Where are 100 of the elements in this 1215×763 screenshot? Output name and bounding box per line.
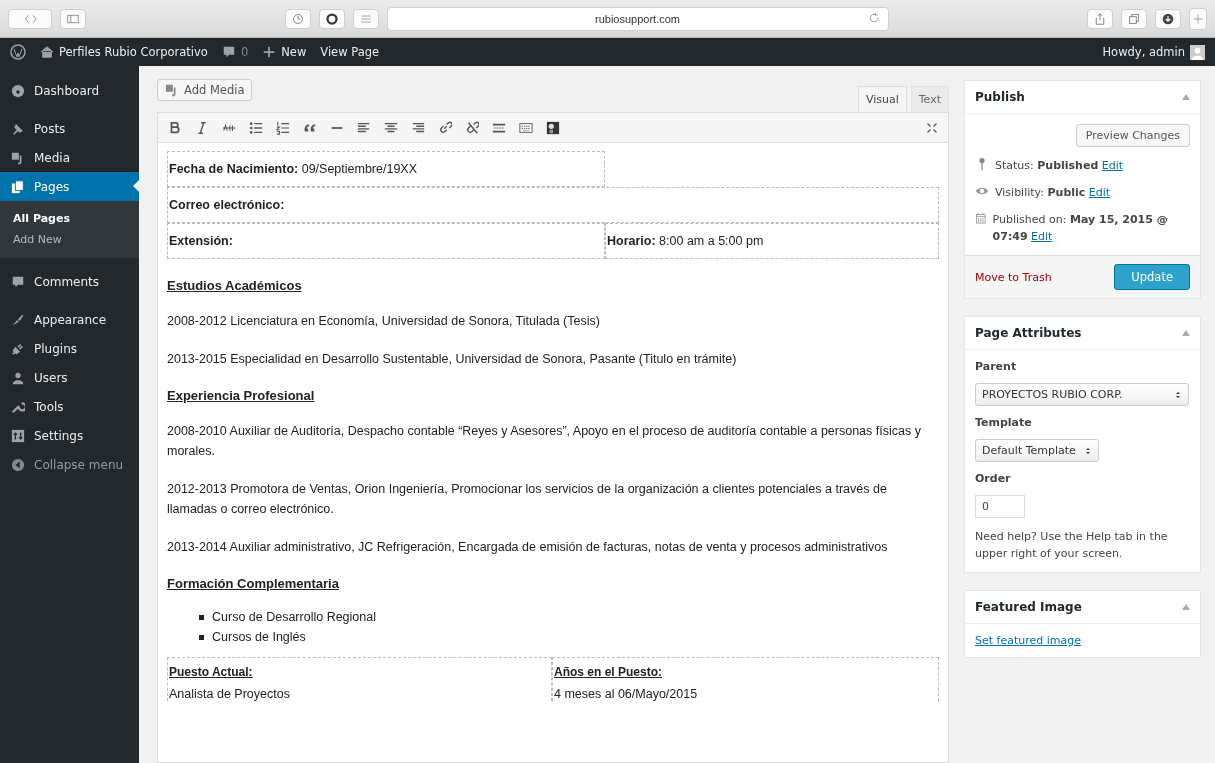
extension-button[interactable]	[318, 8, 345, 29]
new-link[interactable]: New	[262, 45, 307, 59]
updown-icon	[1174, 389, 1182, 400]
edit-link[interactable]: Edit	[1088, 186, 1111, 199]
media-icon	[11, 150, 25, 165]
editor-tab[interactable]: Text	[910, 86, 949, 112]
avatar-icon	[1190, 44, 1205, 60]
media-icon	[165, 83, 179, 97]
table-cell: Horario: 8:00 am a 5:00 pm	[605, 223, 939, 259]
link-icon[interactable]	[438, 120, 452, 135]
plus-icon	[1192, 12, 1204, 25]
move-to-trash-link[interactable]: Move to Trash	[975, 270, 1052, 284]
publish-info-text: Published on: May 15, 2015 @ 07:49 Edit	[992, 212, 1169, 245]
edit-link[interactable]: Edit	[1101, 159, 1124, 172]
paragraph: 2013-2015 Especialidad en Desarrollo Sustentable, Universidad de Sonora, Pasante (Titulo en trámite)	[167, 351, 738, 368]
parent-select[interactable]: PROYECTOS RUBIO CORP.	[975, 383, 1189, 406]
pages-icon	[11, 179, 25, 194]
publish-info-text: Visibility: Public Edit	[995, 185, 1111, 201]
sidebar-item[interactable]: Appearance	[0, 305, 139, 334]
keyboard-icon[interactable]	[519, 120, 533, 135]
sidebar-item[interactable]: Pages	[0, 172, 139, 201]
paintbrush-icon	[11, 312, 25, 327]
account-link[interactable]: Howdy, admin	[1102, 44, 1205, 60]
settings-icon	[11, 428, 25, 443]
table-cell: Fecha de Nacimiento: 09/Septiembre/19XX	[167, 151, 605, 187]
user-icon	[11, 370, 25, 385]
plus-icon	[262, 45, 277, 59]
download-button[interactable]	[1155, 8, 1181, 29]
wrench-icon	[11, 399, 25, 414]
sidebar-icon	[66, 12, 80, 25]
address-bar[interactable]: rubiosupport.com	[386, 6, 889, 31]
table-cell: Extensión:	[167, 223, 605, 259]
sidebar-item[interactable]: Comments	[0, 267, 139, 296]
order-field[interactable]: 0	[975, 495, 1025, 518]
bullet-icon	[199, 634, 204, 640]
template-label: Template	[975, 416, 1033, 429]
cell-heading: Puesto Actual:	[169, 665, 254, 679]
edit-link[interactable]: Edit	[1031, 230, 1053, 243]
unlink-icon[interactable]	[465, 120, 479, 135]
sidebar-item[interactable]: Settings	[0, 421, 139, 450]
comments-link[interactable]: 0	[221, 45, 249, 59]
list-item: Curso de Desarrollo Regional	[212, 609, 376, 626]
sidebar-item[interactable]: Dashboard	[0, 76, 139, 105]
paragraph: 2013-2014 Auxiliar administrativo, JC Refrigeración, Encargada de emisión de facturas, notas de venta y procesos administrativos	[167, 539, 889, 556]
bold-icon[interactable]	[168, 120, 182, 135]
reload-icon	[867, 11, 880, 24]
collapse-icon	[11, 457, 25, 472]
preview-changes-button[interactable]: Preview Changes	[1075, 124, 1190, 147]
clock-icon	[291, 12, 304, 25]
editor-tab[interactable]: Visual	[857, 86, 907, 112]
sidebar-item[interactable]: Media	[0, 143, 139, 172]
dashboard-icon	[11, 83, 25, 98]
paragraph: 2008-2010 Auxiliar de Auditoría, Despacho contable “Reyes y Asesores”, Apoyo en el proceso de auditoría contable a personas físicas y morales.	[167, 423, 922, 460]
sidebar-item[interactable]: Plugins	[0, 334, 139, 363]
publish-info-text: Status: Published Edit	[995, 158, 1124, 174]
submenu-item[interactable]: All Pages	[0, 208, 139, 229]
box-title: Page Attributes	[975, 326, 1082, 340]
view-page-link[interactable]: View Page	[320, 45, 380, 59]
set-featured-image-link[interactable]: Set featured image	[975, 634, 1190, 647]
plugin-icon[interactable]	[546, 120, 560, 135]
cell-value: 4 meses al 06/Mayo/2015	[554, 687, 699, 701]
add-media-button[interactable]: Add Media	[157, 79, 253, 101]
bulleted-list-icon[interactable]	[249, 120, 263, 135]
help-text: Need help? Use the Help tab in the upper right of your screen.	[975, 529, 1169, 562]
sidebar-item[interactable]: Posts	[0, 114, 139, 143]
paragraph: 2008-2012 Licenciatura en Economía, Universidad de Sonora, Titulada (Tesis)	[167, 313, 601, 330]
history-button[interactable]	[284, 8, 311, 29]
share-icon	[1094, 12, 1106, 25]
sidebar-item[interactable]: Tools	[0, 392, 139, 421]
fullscreen-icon[interactable]	[926, 121, 938, 134]
bullet-icon	[199, 614, 204, 620]
align-left-icon[interactable]	[357, 120, 371, 135]
numbered-list-icon[interactable]	[276, 120, 290, 135]
download-icon	[1162, 12, 1174, 25]
lines-icon	[359, 12, 372, 25]
list-item: Cursos de Inglés	[212, 629, 306, 646]
section-heading: Estudios Académicos	[167, 278, 303, 293]
tabs-button[interactable]	[1121, 8, 1147, 29]
order-label: Order	[975, 472, 1012, 485]
box-title: Publish	[975, 90, 1025, 104]
template-select[interactable]: Default Template	[975, 439, 1099, 462]
align-center-icon[interactable]	[384, 120, 398, 135]
collapse-menu-button[interactable]: Collapse menu	[0, 450, 139, 479]
plug-icon	[11, 341, 25, 356]
sidebar-item[interactable]: Users	[0, 363, 139, 392]
site-title-link[interactable]: Perfiles Rubio Corporativo	[40, 45, 208, 59]
home-icon	[40, 45, 54, 59]
parent-label: Parent	[975, 360, 1018, 373]
section-heading: Formación Complementaria	[167, 576, 340, 591]
tabs-icon	[1128, 12, 1140, 25]
paragraph: 2012-2013 Promotora de Ventas, Orion Ingeniería, Promocionar los servicios de la organización a clientes potenciales a través de llamadas o correo electrónico.	[167, 481, 888, 518]
speech-bubble-icon	[11, 274, 25, 289]
table-cell: Correo electrónico:	[167, 187, 939, 223]
cell-value: Analista de Proyectos	[169, 687, 291, 701]
submenu-item[interactable]: Add New	[0, 229, 139, 250]
box-title: Featured Image	[975, 600, 1082, 614]
wordpress-logo-icon	[10, 44, 26, 60]
align-right-icon[interactable]	[411, 120, 425, 135]
calendar-icon	[975, 211, 987, 225]
section-heading: Experiencia Profesional	[167, 388, 316, 403]
